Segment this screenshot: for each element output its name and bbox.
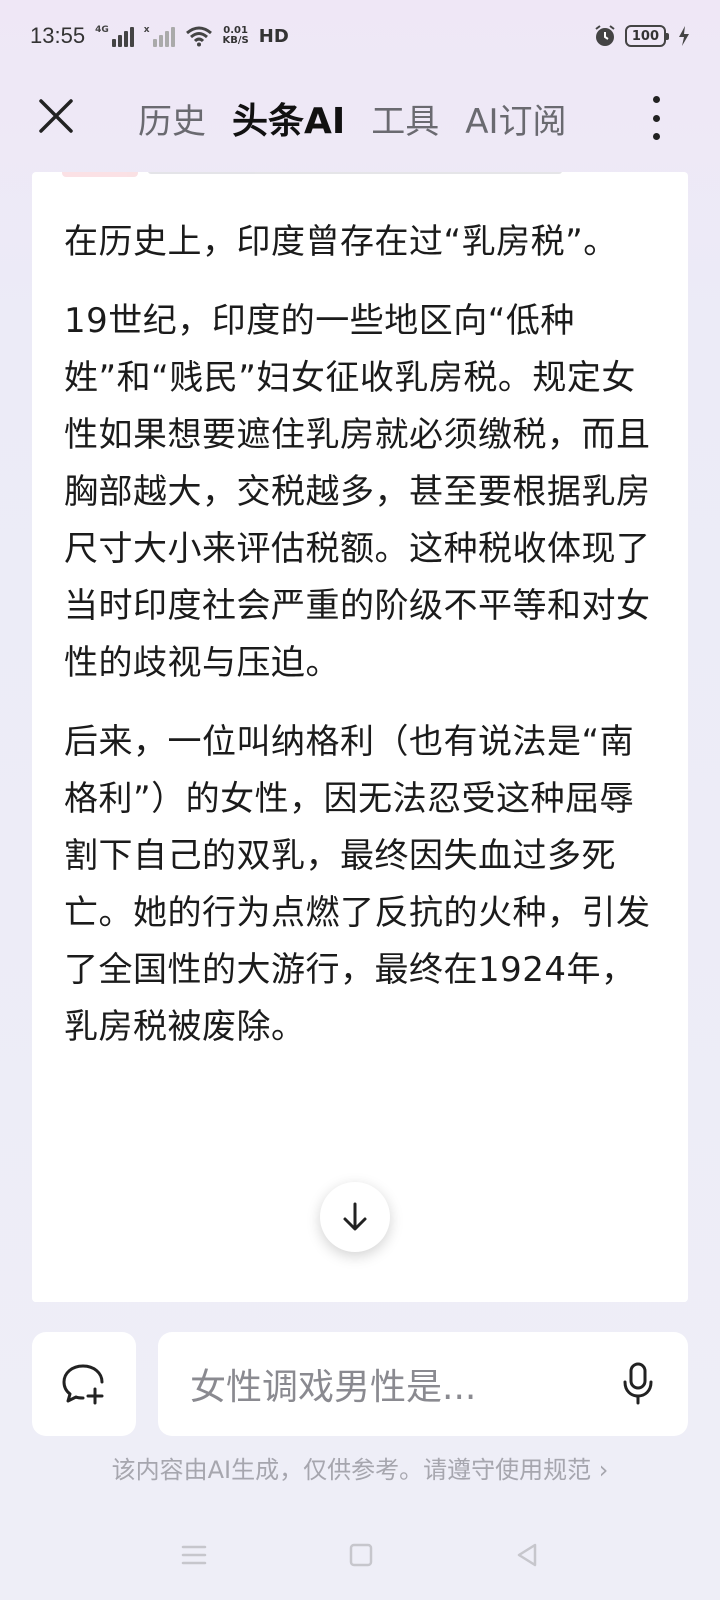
hd-label: HD: [258, 25, 289, 47]
back-icon[interactable]: [514, 1542, 540, 1568]
scroll-to-bottom-button[interactable]: [320, 1182, 390, 1252]
signal-icon: 4G: [95, 25, 134, 47]
more-menu-button[interactable]: [650, 96, 662, 140]
status-left: 13:55 4G x 0.01 KB/S HD: [30, 23, 289, 49]
chat-input[interactable]: 女性调戏男性是...: [158, 1332, 688, 1436]
net-speed: 0.01 KB/S: [223, 26, 249, 46]
close-button[interactable]: [36, 96, 76, 136]
reference-text-fragment: [148, 172, 562, 174]
system-navigation-bar: [0, 1530, 720, 1580]
more-dot: [652, 114, 660, 122]
top-navigation: 历史 头条AI 工具 AI订阅: [0, 78, 720, 158]
microphone-icon: [623, 1362, 653, 1405]
answer-paragraph: 后来，一位叫纳格利（也有说法是“南格利”）的女性，因无法忍受这种屈辱割下自己的双…: [64, 722, 651, 1047]
voice-input-button[interactable]: [618, 1360, 658, 1408]
signal-label-4g: 4G: [95, 25, 109, 35]
answer-paragraph: 19世纪，印度的一些地区向“低种姓”和“贱民”妇女征收乳房税。规定女性如果想要遮…: [64, 301, 651, 683]
arrow-down-icon: [343, 1202, 367, 1231]
home-icon[interactable]: [348, 1542, 374, 1568]
signal-bar: [123, 31, 128, 47]
answer-paragraph: 在历史上，印度曾存在过“乳房税”。: [64, 222, 618, 262]
status-right: 100: [593, 24, 690, 48]
signal-bar: [129, 27, 134, 47]
tab-tools[interactable]: 工具: [371, 94, 439, 143]
card-bottom-fade: [32, 1266, 688, 1302]
more-dot: [652, 96, 660, 103]
chat-input-text[interactable]: 女性调戏男性是...: [190, 1358, 618, 1410]
more-dot: [652, 133, 660, 140]
tab-bar: 历史 头条AI 工具 AI订阅: [138, 92, 567, 144]
tab-toutiao-ai[interactable]: 头条AI: [232, 92, 345, 144]
alarm-icon: [595, 25, 615, 46]
battery-indicator: 100: [624, 25, 670, 47]
new-chat-button[interactable]: [32, 1332, 136, 1436]
net-speed-unit: KB/S: [222, 35, 249, 46]
wifi-icon: [185, 26, 212, 47]
signal-bar: [117, 35, 122, 47]
reference-tag: [62, 172, 138, 177]
signal-bar: [164, 31, 169, 47]
cut-off-reference-line: [62, 172, 562, 178]
signal-icon-sim2: x: [144, 25, 175, 47]
signal-bar: [152, 39, 157, 47]
charging-bolt-icon: [679, 26, 689, 46]
status-bar: 13:55 4G x 0.01 KB/S HD 100: [0, 0, 720, 72]
answer-card[interactable]: 在历史上，印度曾存在过“乳房税”。 19世纪，印度的一些地区向“低种姓”和“贱民…: [32, 172, 688, 1302]
signal-bar: [158, 35, 163, 47]
status-time: 13:55: [30, 23, 86, 48]
new-chat-bubble-icon: [62, 1364, 104, 1405]
signal-label-x: x: [143, 25, 150, 35]
menu-icon[interactable]: [180, 1543, 208, 1567]
signal-bar: [170, 27, 175, 47]
ai-disclaimer-link[interactable]: 该内容由AI生成，仅供参考。请遵守使用规范 ›: [0, 1450, 720, 1485]
answer-text: 在历史上，印度曾存在过“乳房税”。 19世纪，印度的一些地区向“低种姓”和“贱民…: [64, 214, 664, 1078]
tab-ai-subscription[interactable]: AI订阅: [465, 94, 566, 143]
signal-bar: [111, 39, 116, 47]
close-icon: [39, 99, 73, 133]
tab-history[interactable]: 历史: [138, 94, 206, 143]
